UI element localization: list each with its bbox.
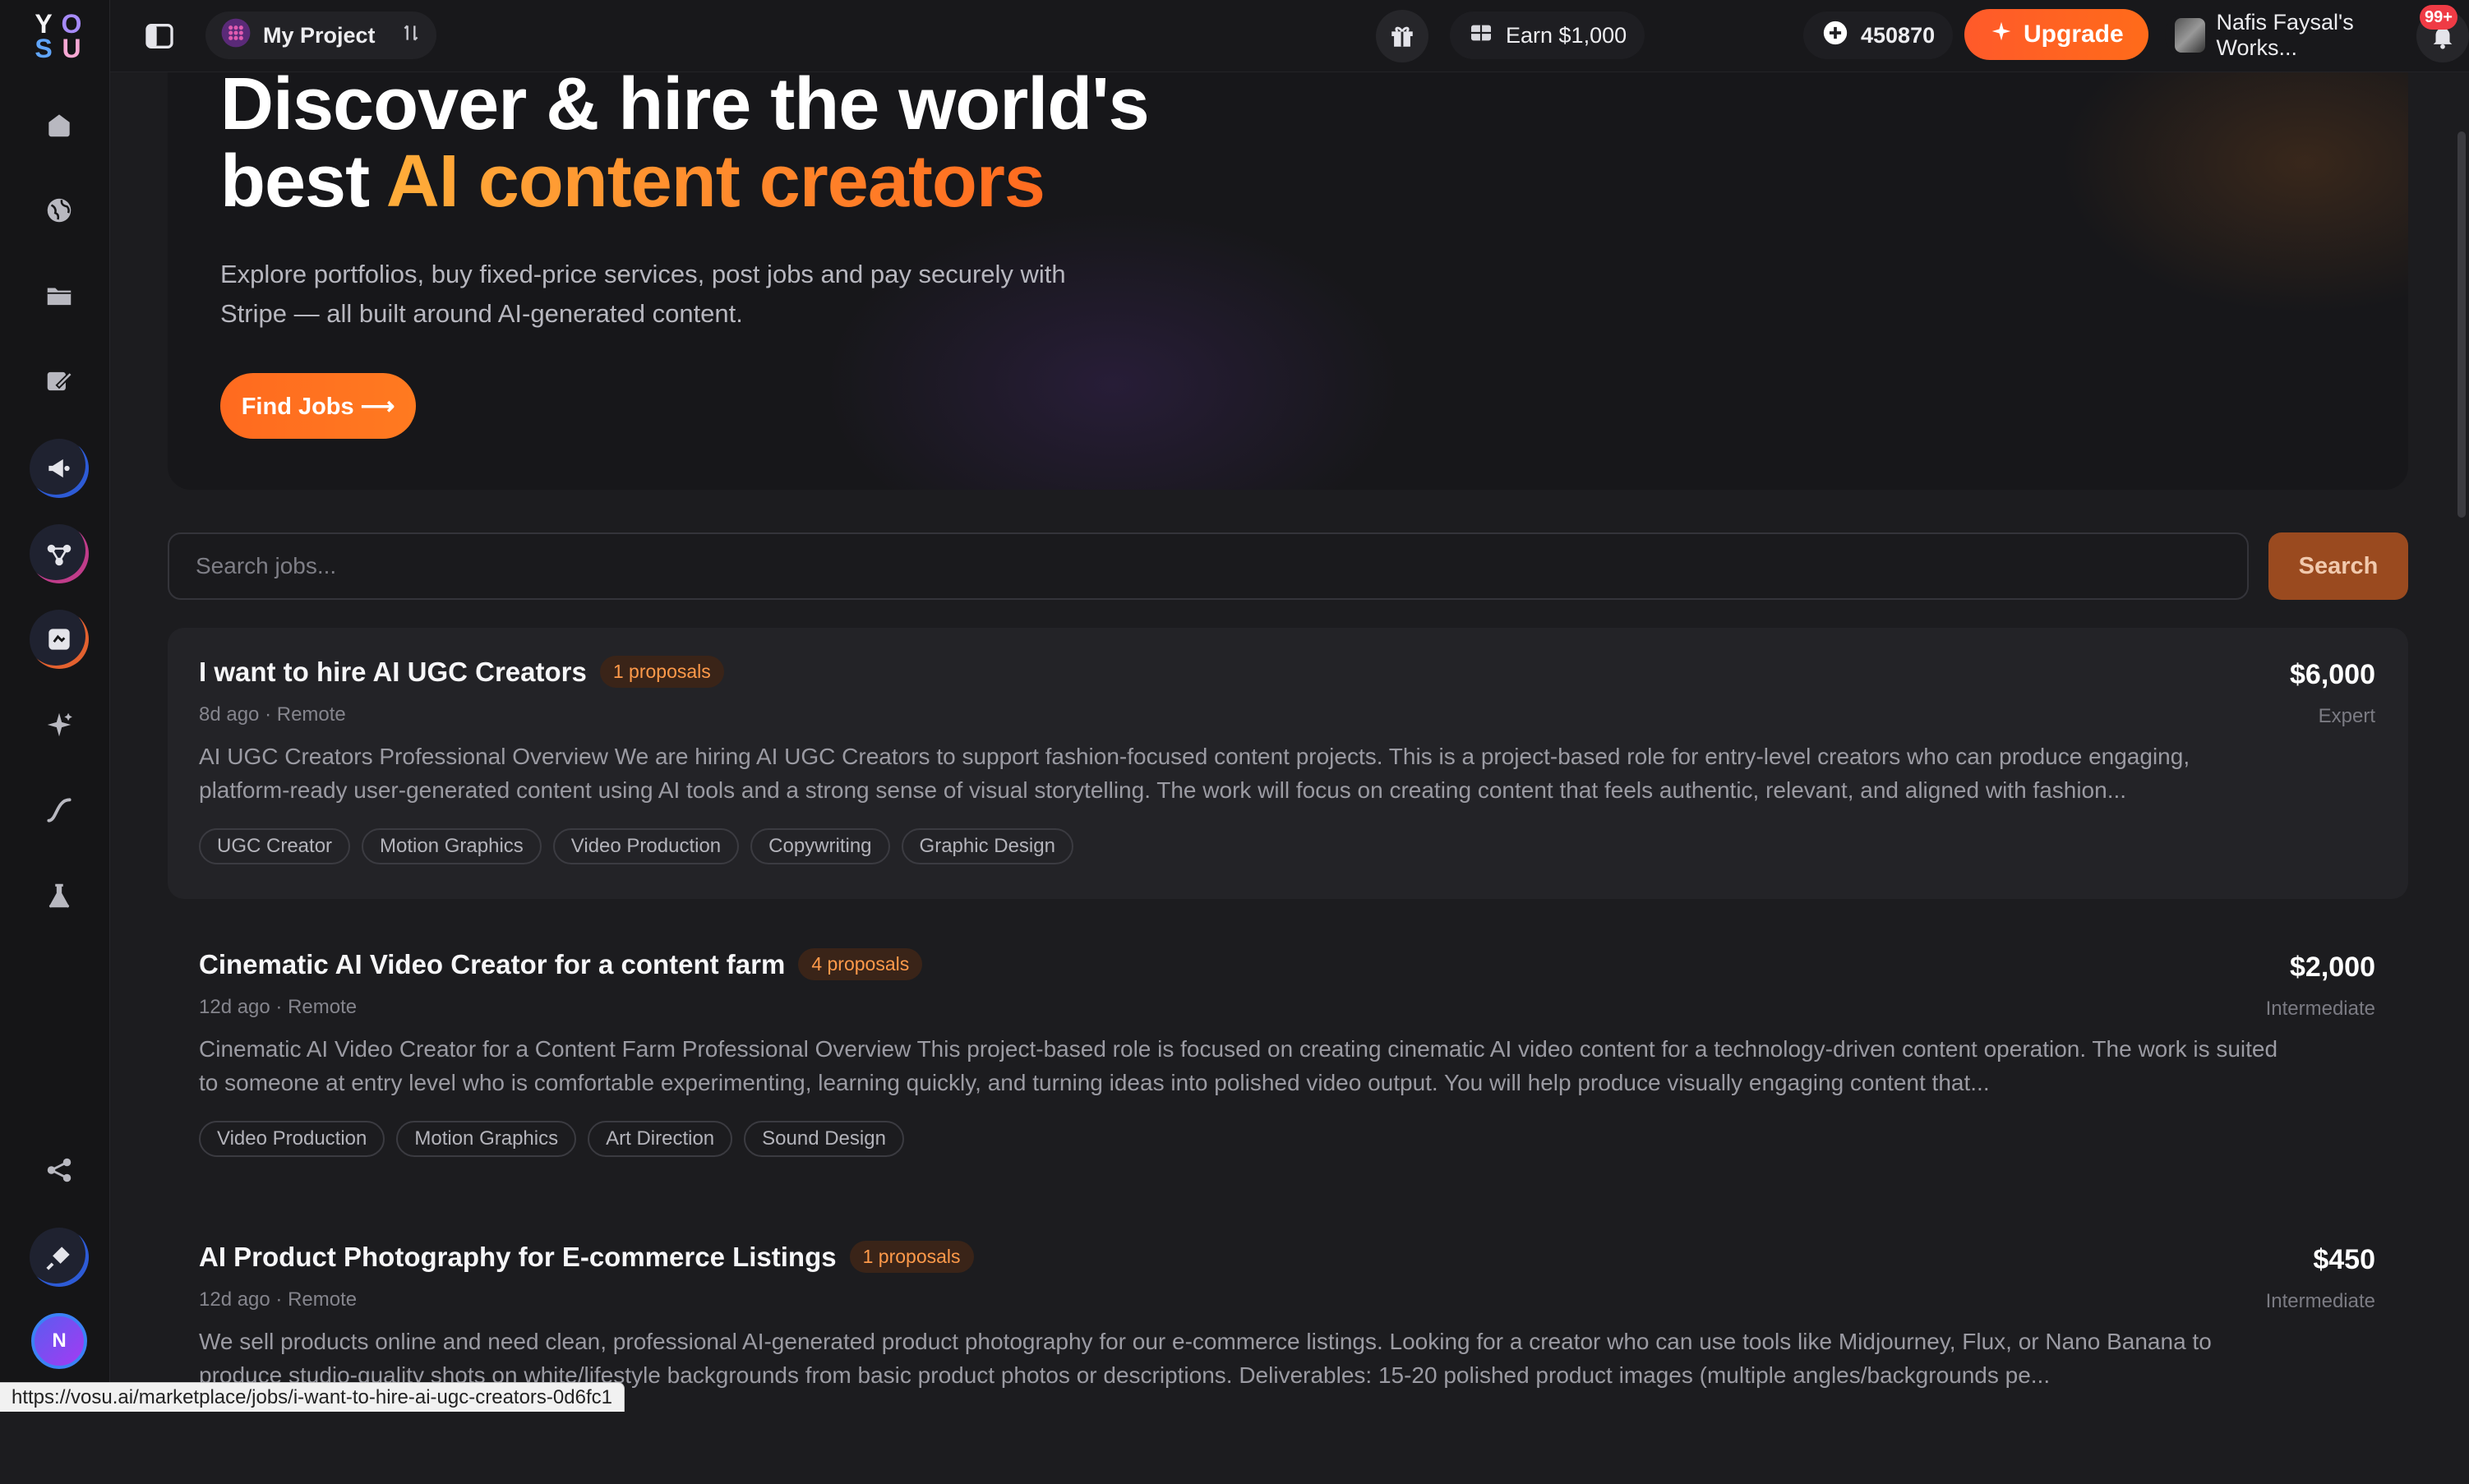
title-line-1: Discover & hire the world's: [220, 63, 1150, 145]
upgrade-label: Upgrade: [2024, 21, 2124, 48]
job-level: Intermediate: [2265, 998, 2375, 1020]
earn-label: Earn $1,000: [1506, 22, 1627, 48]
skill-tag[interactable]: Video Production: [199, 1121, 385, 1157]
title-line-2: best: [220, 141, 386, 223]
marketplace-icon[interactable]: [30, 610, 89, 669]
gift-icon[interactable]: [1376, 10, 1428, 62]
job-meta: 8d ago · Remote: [199, 703, 346, 726]
job-title[interactable]: I want to hire AI UGC Creators 1 proposa…: [199, 656, 724, 688]
sparkle-icon[interactable]: [30, 695, 89, 754]
workspace-name: Nafis Faysal's Works...: [2216, 10, 2354, 60]
credits-value: 450870: [1861, 22, 1936, 48]
job-card[interactable]: I want to hire AI UGC Creators 1 proposa…: [168, 628, 2408, 899]
page-title: Discover & hire the world's best AI cont…: [220, 63, 1150, 223]
plus-circle-icon: [1821, 19, 1849, 53]
search-input[interactable]: [168, 532, 2249, 600]
proposals-badge: 1 proposals: [599, 656, 724, 688]
proposals-badge: 1 proposals: [849, 1241, 974, 1273]
skill-tag[interactable]: Sound Design: [744, 1121, 904, 1157]
plug-icon[interactable]: [30, 1228, 89, 1287]
avatar-initial: N: [52, 1330, 67, 1352]
job-description: Cinematic AI Video Creator for a Content…: [199, 1036, 2278, 1095]
job-description: AI UGC Creators Professional Overview We…: [199, 744, 2190, 803]
job-price: $450: [2313, 1244, 2375, 1275]
job-level: Intermediate: [2265, 1290, 2375, 1312]
sidebar: Y O S U N: [0, 0, 110, 1412]
project-switcher[interactable]: My Project: [205, 12, 436, 59]
hero-subtitle: Explore portfolios, buy fixed-price serv…: [220, 260, 1066, 328]
sidebar-toggle-icon[interactable]: [143, 20, 176, 53]
earn-button[interactable]: Earn $1,000: [1450, 12, 1645, 59]
avatar[interactable]: N: [31, 1313, 87, 1369]
skill-tag[interactable]: Graphic Design: [901, 828, 1073, 864]
scrollbar-thumb[interactable]: [2457, 131, 2466, 518]
hero-banner: Discover & hire the world's best AI cont…: [168, 66, 2408, 490]
share-icon[interactable]: [30, 1141, 89, 1200]
notification-badge: 99+: [2420, 5, 2457, 30]
logo-letter: Y: [35, 9, 53, 39]
job-title-text: AI Product Photography for E-commerce Li…: [199, 1241, 837, 1272]
credits-button[interactable]: 450870: [1803, 12, 1954, 59]
tag-list: Video Production Motion Graphics Art Dir…: [199, 1121, 904, 1157]
workflow-icon[interactable]: [30, 524, 89, 583]
skill-tag[interactable]: Motion Graphics: [396, 1121, 577, 1157]
logo-letter: O: [61, 9, 82, 39]
project-dots-icon: [220, 17, 252, 54]
project-name: My Project: [263, 22, 376, 48]
workspace-avatar: [2175, 18, 2205, 53]
home-icon[interactable]: [30, 95, 89, 154]
job-card[interactable]: Cinematic AI Video Creator for a content…: [168, 920, 2408, 1191]
swap-icon: [400, 22, 422, 49]
edit-image-icon[interactable]: [30, 352, 89, 411]
folder-icon[interactable]: [30, 266, 89, 325]
job-meta: 12d ago · Remote: [199, 1288, 358, 1311]
logo-letter: U: [62, 34, 81, 63]
job-meta: 12d ago · Remote: [199, 996, 358, 1018]
title-accent: AI content creators: [385, 141, 1045, 223]
job-title-text: Cinematic AI Video Creator for a content…: [199, 948, 786, 979]
find-jobs-button[interactable]: Find Jobs ⟶: [220, 373, 416, 439]
earn-icon: [1468, 20, 1494, 52]
curve-icon[interactable]: [30, 781, 89, 840]
skill-tag[interactable]: Art Direction: [588, 1121, 733, 1157]
app-logo[interactable]: Y O S U: [30, 9, 85, 63]
job-price: $2,000: [2290, 952, 2375, 983]
skill-tag[interactable]: Motion Graphics: [362, 828, 542, 864]
search-button[interactable]: Search: [2268, 532, 2408, 600]
job-title[interactable]: AI Product Photography for E-commerce Li…: [199, 1241, 974, 1273]
globe-icon[interactable]: [30, 181, 89, 240]
job-title[interactable]: Cinematic AI Video Creator for a content…: [199, 948, 923, 980]
upgrade-button[interactable]: Upgrade: [1964, 9, 2148, 60]
job-card[interactable]: AI Product Photography for E-commerce Li…: [168, 1213, 2408, 1484]
tag-list: UGC Creator Motion Graphics Video Produc…: [199, 828, 1073, 864]
skill-tag[interactable]: Copywriting: [750, 828, 890, 864]
skill-tag[interactable]: UGC Creator: [199, 828, 351, 864]
job-price: $6,000: [2290, 659, 2375, 690]
megaphone-icon[interactable]: [30, 439, 89, 498]
top-bar: My Project Earn $1,000 450870 Upgrade Na…: [110, 0, 2469, 72]
job-level: Expert: [2318, 705, 2375, 727]
job-title-text: I want to hire AI UGC Creators: [199, 656, 587, 687]
logo-letter: S: [35, 34, 53, 63]
sparkle-icon: [1989, 19, 2014, 50]
skill-tag[interactable]: Video Production: [552, 828, 740, 864]
flask-icon[interactable]: [30, 866, 89, 925]
link-preview-statusbar: https://vosu.ai/marketplace/jobs/i-want-…: [0, 1382, 625, 1412]
proposals-badge: 4 proposals: [798, 948, 923, 980]
